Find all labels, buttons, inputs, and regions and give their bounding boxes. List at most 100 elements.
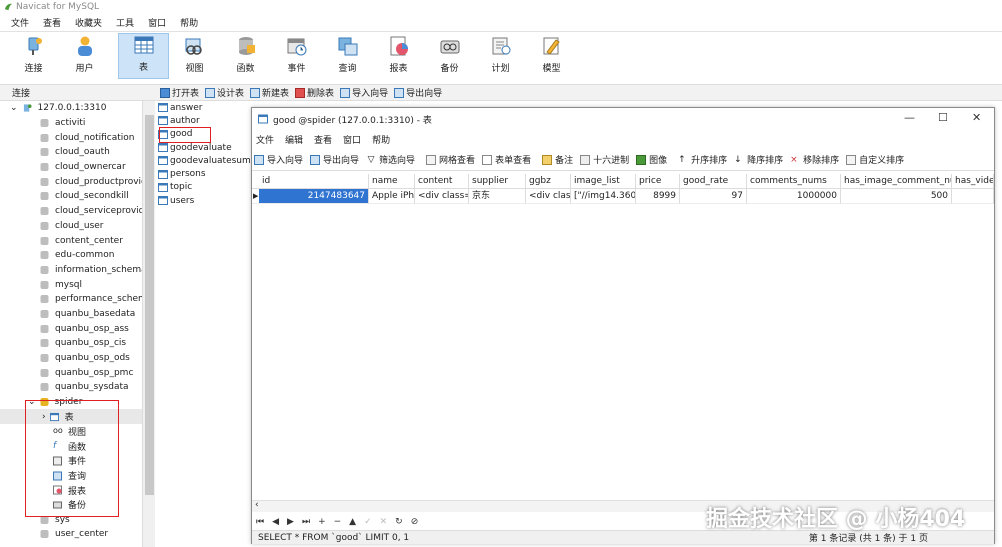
apply-changes-icon[interactable]: ▲ [349,517,356,527]
tree-connection[interactable]: ⌄ 127.0.0.1:3310 [0,101,142,116]
cell-has-video[interactable] [952,189,994,204]
image-button[interactable]: 图像 [636,153,667,166]
win-menu-help[interactable]: 帮助 [372,133,390,146]
tree-db-item[interactable]: information_schema [0,263,142,278]
cell-ggbz[interactable]: <div class [526,189,571,204]
delete-table-button[interactable]: 删除表 [295,86,334,99]
tree-db-item[interactable]: cloud_notification [0,130,142,145]
import-wizard-button[interactable]: 导入向导 [254,153,303,166]
table-item[interactable]: goodevaluatesum [158,154,253,167]
design-table-button[interactable]: 设计表 [205,86,244,99]
table-button[interactable]: 表 [118,33,169,79]
cell-name[interactable]: Apple iPho [369,189,415,204]
cell-image-list[interactable]: ["//img14.360b [571,189,636,204]
tree-db-item[interactable]: content_center [0,233,142,248]
column-header[interactable]: has_vide [952,174,994,189]
column-header[interactable]: id [259,174,369,189]
tree-db-item[interactable]: cloud_user [0,219,142,234]
column-header[interactable]: comments_nums [747,174,841,189]
cell-supplier[interactable]: 京东 [469,189,526,204]
next-record-icon[interactable]: ▶ [287,517,294,527]
custom-sort-button[interactable]: 自定义排序 [846,153,904,166]
model-button[interactable]: 模型 [526,33,577,79]
open-table-button[interactable]: 打开表 [160,86,199,99]
tree-db-item[interactable]: mysql [0,277,142,292]
tree-db-item[interactable]: edu-common [0,248,142,263]
tree-db-item[interactable]: cloud_oauth [0,145,142,160]
hex-button[interactable]: 十六进制 [580,153,629,166]
win-menu-edit[interactable]: 编辑 [285,133,303,146]
tree-db-item[interactable]: activiti [0,116,142,131]
sidebar-scrollbar[interactable] [142,101,155,547]
column-header[interactable]: good_rate [680,174,747,189]
export-wizard-button[interactable]: 导出向导 [310,153,359,166]
schedule-button[interactable]: 计划 [475,33,526,79]
win-menu-window[interactable]: 窗口 [343,133,361,146]
form-view-button[interactable]: 表单查看 [482,153,531,166]
discard-icon[interactable]: ✕ [380,517,388,527]
menu-window[interactable]: 窗口 [148,16,166,29]
tree-db-item[interactable]: quanbu_osp_pmc [0,365,142,380]
table-item[interactable]: topic [158,181,253,194]
view-button[interactable]: 视图 [169,33,220,79]
tree-db-item[interactable]: cloud_ownercar [0,160,142,175]
column-header[interactable]: content [415,174,469,189]
tree-db-item[interactable]: cloud_secondkill [0,189,142,204]
refresh-icon[interactable]: ↻ [395,517,403,527]
confirm-icon[interactable]: ✓ [364,517,372,527]
export-wizard-button[interactable]: 导出向导 [394,86,442,99]
backup-button[interactable]: 备份 [424,33,475,79]
first-record-icon[interactable]: ⏮ [256,517,264,527]
tree-db-item[interactable]: cloud_serviceprovide [0,204,142,219]
column-header[interactable]: price [636,174,680,189]
table-row[interactable]: ▶ 2147483647 Apple iPho <div class=' 京东 … [252,189,994,204]
tree-db-item[interactable]: quanbu_sysdata [0,380,142,395]
sort-descending-button[interactable]: ↓ 降序排序 [734,153,783,167]
tree-db-item[interactable]: quanbu_osp_ass [0,321,142,336]
column-header[interactable]: name [369,174,415,189]
sort-ascending-button[interactable]: ↑ 升序排序 [678,153,727,167]
grid-view-button[interactable]: 网格查看 [426,153,475,166]
report-button[interactable]: 报表 [373,33,424,79]
win-menu-view[interactable]: 查看 [314,133,332,146]
cell-comments-nums[interactable]: 1000000 [747,189,841,204]
function-button[interactable]: 函数 [220,33,271,79]
cell-price[interactable]: 8999 [636,189,680,204]
minimize-icon[interactable]: — [904,111,915,124]
tree-db-item[interactable]: cloud_productprovid [0,174,142,189]
cell-good-rate[interactable]: 97 [680,189,747,204]
close-icon[interactable]: ✕ [972,111,981,124]
sidebar-scrollbar-thumb[interactable] [145,115,154,495]
connection-button[interactable]: 连接 [8,33,59,79]
tree-db-item[interactable]: quanbu_basedata [0,307,142,322]
last-record-icon[interactable]: ⏭ [302,517,310,527]
table-item[interactable]: persons [158,167,253,180]
tree-db-item[interactable]: user_center [0,527,142,542]
cell-id[interactable]: 2147483647 [259,189,369,204]
query-button[interactable]: 查询 [322,33,373,79]
column-header[interactable]: image_list [571,174,636,189]
menu-view[interactable]: 查看 [43,16,61,29]
remove-sort-button[interactable]: × 移除排序 [790,153,839,167]
menu-file[interactable]: 文件 [11,16,29,29]
menu-favorites[interactable]: 收藏夹 [75,16,102,29]
scroll-left-icon[interactable]: ‹ [255,500,259,510]
menu-help[interactable]: 帮助 [180,16,198,29]
delete-record-icon[interactable]: − [334,517,342,527]
filter-wizard-button[interactable]: ▽ 筛选向导 [366,153,415,167]
tree-db-item[interactable]: performance_schem [0,292,142,307]
cell-has-image-comment-num[interactable]: 500 [841,189,952,204]
column-header[interactable]: has_image_comment_num [841,174,952,189]
tree-db-item[interactable]: quanbu_osp_cis [0,336,142,351]
table-item[interactable]: answer [158,101,253,114]
new-table-button[interactable]: 新建表 [250,86,289,99]
stop-icon[interactable]: ⊘ [411,517,419,527]
menu-tools[interactable]: 工具 [116,16,134,29]
column-header[interactable]: supplier [469,174,526,189]
event-button[interactable]: 事件 [271,33,322,79]
table-item[interactable]: users [158,194,253,207]
cell-content[interactable]: <div class=' [415,189,469,204]
user-button[interactable]: 用户 [59,33,110,79]
memo-button[interactable]: 备注 [542,153,573,166]
maximize-icon[interactable]: ☐ [938,111,948,124]
